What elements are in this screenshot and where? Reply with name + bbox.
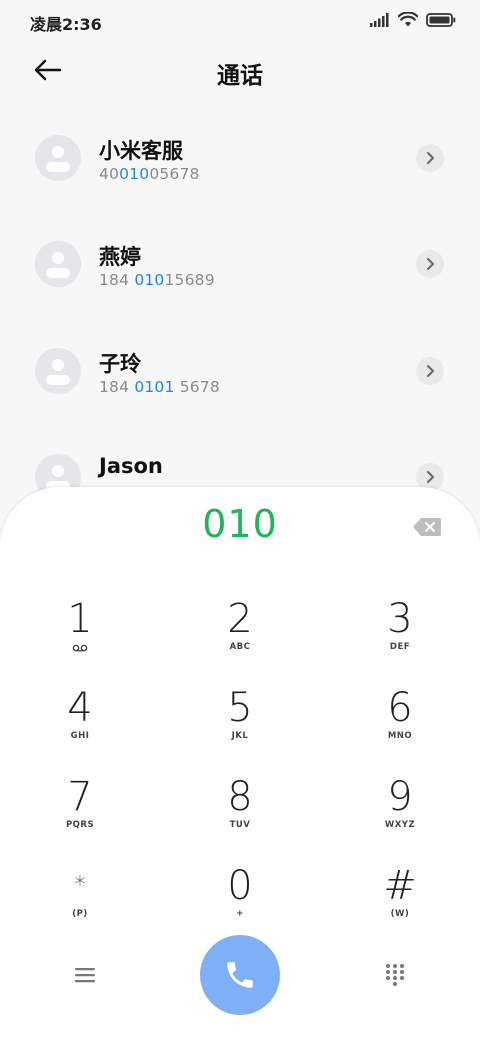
key-0[interactable]: 0 +	[170, 863, 310, 943]
key-letters: (P)	[72, 909, 88, 919]
key-5[interactable]: 5 JKL	[170, 685, 310, 765]
status-bar: 凌晨2:36	[0, 0, 480, 40]
key-digit: 1	[67, 596, 93, 642]
dialpad-grid-icon	[386, 964, 404, 986]
key-hash[interactable]: # (W)	[330, 863, 470, 943]
backspace-button[interactable]	[412, 516, 442, 538]
key-star[interactable]: * (P)	[10, 863, 150, 943]
key-digit: 5	[227, 685, 253, 731]
chevron-right-icon	[427, 258, 434, 270]
key-9[interactable]: 9 WXYZ	[330, 774, 470, 854]
menu-button[interactable]	[70, 960, 100, 990]
key-digit: #	[383, 863, 417, 909]
key-2[interactable]: 2 ABC	[170, 596, 310, 676]
contact-number: 4001005678	[99, 165, 200, 183]
contact-name: 子玲	[99, 352, 141, 376]
person-icon	[46, 146, 70, 172]
avatar	[35, 241, 81, 287]
contact-name: Jason	[99, 454, 163, 478]
dialed-number: 010	[202, 502, 278, 546]
key-3[interactable]: 3 DEF	[330, 596, 470, 676]
avatar	[35, 348, 81, 394]
contact-row[interactable]: 小米客服 4001005678	[0, 113, 480, 203]
contact-detail-button[interactable]	[416, 144, 444, 172]
voicemail-icon	[72, 644, 88, 652]
key-letters: DEF	[389, 642, 411, 652]
key-digit: 2	[227, 596, 253, 642]
contact-number: 184 01015689	[99, 271, 215, 289]
key-letters: PQRS	[65, 820, 95, 830]
contact-row[interactable]: 燕婷 184 01015689	[0, 219, 480, 309]
key-letters: TUV	[229, 820, 251, 830]
key-7[interactable]: 7 PQRS	[10, 774, 150, 854]
key-digit: 9	[387, 774, 413, 820]
person-icon	[46, 359, 70, 385]
key-8[interactable]: 8 TUV	[170, 774, 310, 854]
contact-row[interactable]: 子玲 184 0101 5678	[0, 326, 480, 416]
avatar	[35, 135, 81, 181]
key-digit: 3	[387, 596, 413, 642]
person-icon	[46, 252, 70, 278]
key-digit: 0	[227, 863, 253, 909]
contact-name: 燕婷	[99, 245, 141, 269]
key-letters: GHI	[70, 731, 90, 741]
key-letters: (W)	[390, 909, 410, 919]
key-digit: 6	[387, 685, 413, 731]
key-letters: ABC	[229, 642, 251, 652]
key-digit: *	[74, 873, 86, 898]
key-letters: +	[236, 909, 244, 919]
dialpad-toggle-button[interactable]	[380, 960, 410, 990]
status-time: 凌晨2:36	[30, 15, 102, 34]
contact-name: 小米客服	[99, 139, 183, 163]
status-icons	[370, 12, 456, 27]
key-letters: WXYZ	[384, 820, 416, 830]
key-digit: 7	[67, 774, 93, 820]
key-digit: 8	[227, 774, 253, 820]
chevron-right-icon	[427, 365, 434, 377]
backspace-icon	[413, 518, 441, 536]
key-letters: MNO	[387, 731, 413, 741]
wifi-icon	[398, 12, 418, 27]
contact-number: 184 0101 5678	[99, 378, 220, 396]
page-title: 通话	[217, 63, 263, 89]
battery-icon	[426, 12, 456, 27]
key-6[interactable]: 6 MNO	[330, 685, 470, 765]
contact-detail-button[interactable]	[416, 357, 444, 385]
key-letters: JKL	[231, 731, 249, 741]
call-button[interactable]	[200, 935, 280, 1015]
chevron-right-icon	[427, 152, 434, 164]
key-4[interactable]: 4 GHI	[10, 685, 150, 765]
contact-detail-button[interactable]	[416, 250, 444, 278]
key-digit: 4	[67, 685, 93, 731]
key-1[interactable]: 1	[10, 596, 150, 676]
menu-icon	[75, 968, 95, 983]
phone-icon	[227, 962, 253, 988]
signal-icon	[370, 12, 389, 27]
chevron-right-icon	[427, 471, 434, 483]
